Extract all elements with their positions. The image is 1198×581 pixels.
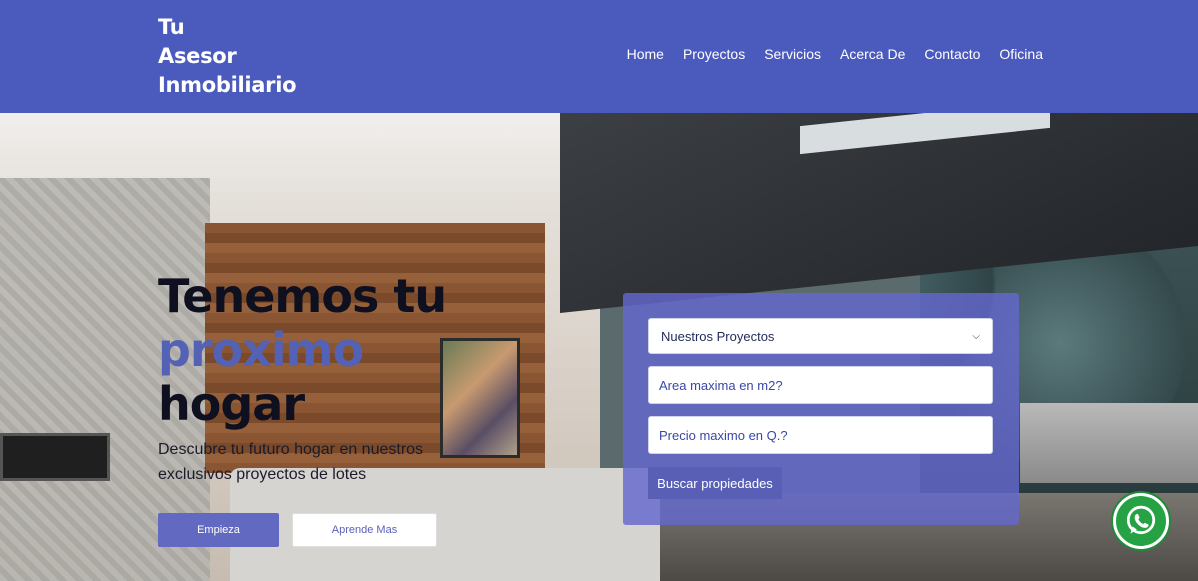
learn-more-button[interactable]: Aprende Mas xyxy=(292,513,437,547)
projects-select[interactable]: Nuestros Proyectos ⌵ xyxy=(648,318,993,354)
projects-select-value: Nuestros Proyectos xyxy=(661,328,775,344)
hero-title: Tenemos tu proximo hogar xyxy=(158,269,447,431)
start-button[interactable]: Empieza xyxy=(158,513,279,547)
max-area-input[interactable] xyxy=(648,366,993,404)
hero-title-line-1: Tenemos tu xyxy=(158,269,447,323)
nav-contacto[interactable]: Contacto xyxy=(924,46,980,62)
hero-title-accent: proximo xyxy=(158,323,364,377)
nav-oficina[interactable]: Oficina xyxy=(999,46,1043,62)
nav-servicios[interactable]: Servicios xyxy=(764,46,821,62)
outdoor-grill xyxy=(1020,403,1198,483)
whatsapp-button[interactable] xyxy=(1113,493,1169,549)
logo-line-3: Inmobiliario xyxy=(158,73,297,97)
hero-subtitle: Descubre tu futuro hogar en nuestros exc… xyxy=(158,441,424,483)
main-nav: Home Proyectos Servicios Acerca De Conta… xyxy=(627,46,1043,62)
fireplace xyxy=(0,433,110,481)
property-search-panel: Nuestros Proyectos ⌵ Buscar propiedades xyxy=(623,293,1019,525)
hero-title-line-3: hogar xyxy=(158,377,305,431)
logo-line-1: Tu xyxy=(158,15,185,39)
hero-section: Tenemos tu proximo hogar Descubre tu fut… xyxy=(0,113,1198,581)
chevron-down-icon: ⌵ xyxy=(972,330,980,342)
painting xyxy=(440,338,520,458)
site-header: Tu Asesor Inmobiliario Home Proyectos Se… xyxy=(0,0,1198,113)
logo-line-2: Asesor xyxy=(158,44,237,68)
nav-home[interactable]: Home xyxy=(627,46,664,62)
search-properties-button[interactable]: Buscar propiedades xyxy=(648,467,782,499)
site-logo[interactable]: Tu Asesor Inmobiliario xyxy=(158,13,297,100)
nav-proyectos[interactable]: Proyectos xyxy=(683,46,745,62)
nav-acerca-de[interactable]: Acerca De xyxy=(840,46,905,62)
whatsapp-icon xyxy=(1126,505,1156,535)
max-price-input[interactable] xyxy=(648,416,993,454)
